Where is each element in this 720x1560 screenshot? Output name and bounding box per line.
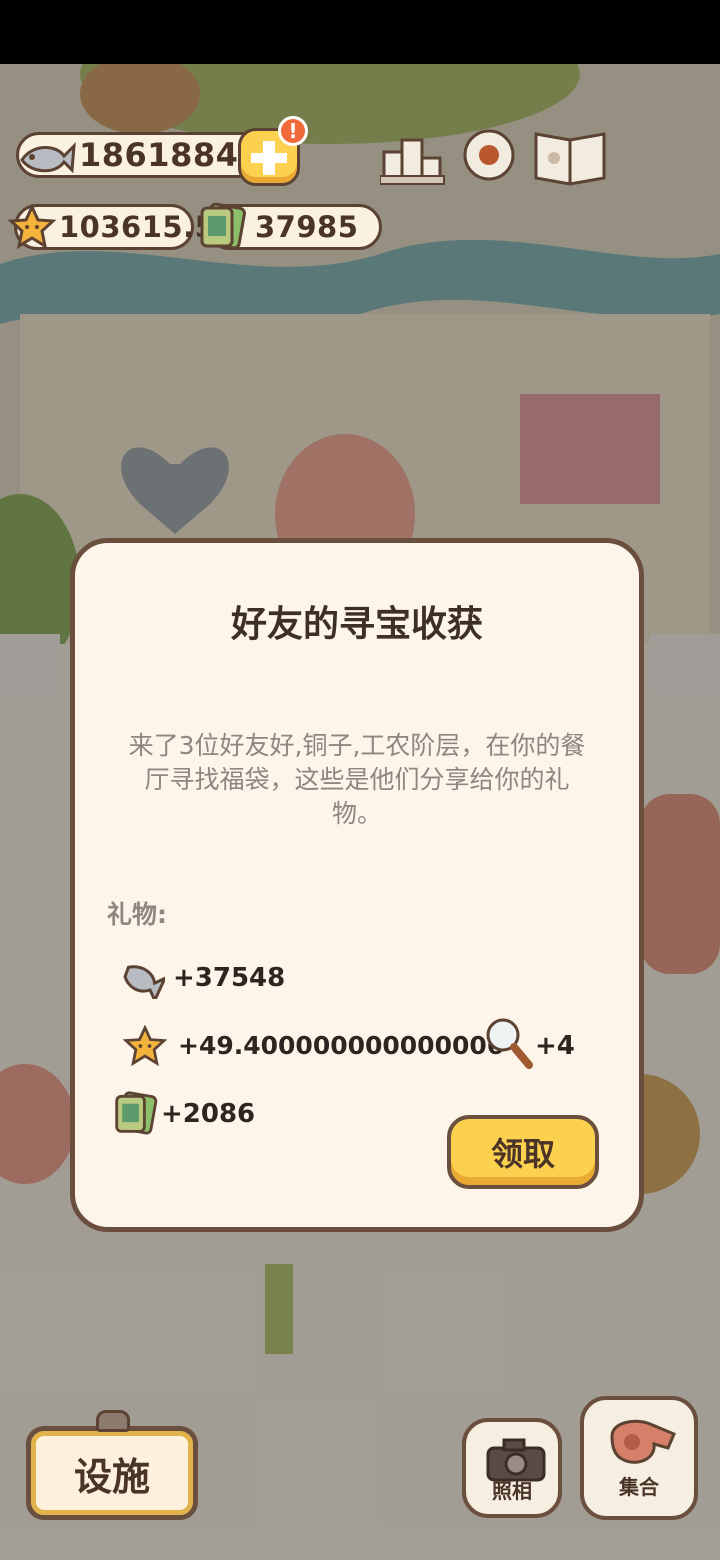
star-icon [8,204,56,250]
reward-star-icon [123,1025,167,1067]
star-currency-value: 103615.5 [59,210,216,244]
alert-badge-icon: ! [278,116,308,146]
ticket-icon [200,202,246,250]
settings-gear-icon[interactable] [458,124,520,186]
gather-button[interactable]: 集合 [580,1396,698,1520]
reward-ticket-icon [115,1091,158,1135]
photo-button-label: 照相 [492,1479,532,1503]
whistle-icon [610,1419,676,1464]
photo-button[interactable]: 照相 [462,1418,562,1518]
claim-button[interactable]: 领取 [447,1115,599,1189]
reward-magnifier-amount: +4 [535,1031,575,1061]
facility-clip-icon [96,1410,130,1432]
reward-star-amount: +49.400000000000006 [178,1031,505,1060]
reward-ticket-amount: +2086 [161,1099,256,1129]
treasure-reward-dialog: 好友的寻宝收获 来了3位好友好,铜子,工农阶层，在你的餐厅寻找福袋，这些是他们分… [70,538,644,1232]
reward-fish-icon [123,965,165,999]
gather-button-label: 集合 [619,1475,659,1499]
leaderboard-icon[interactable] [380,128,446,186]
facility-button[interactable]: 设施 [26,1426,198,1520]
recipe-book-icon[interactable] [530,126,610,186]
dialog-message: 来了3位好友好,铜子,工农阶层，在你的餐厅寻找福袋，这些是他们分享给你的礼物。 [128,731,586,828]
reward-fish-amount: +37548 [173,963,286,993]
gift-label: 礼物: [107,900,167,929]
fish-currency-value: 18618849 [79,136,262,174]
status-bar [0,0,720,64]
fish-icon [20,142,76,174]
reward-magnifier-icon [486,1018,533,1069]
ticket-currency-value: 37985 [255,210,359,244]
dialog-title: 好友的寻宝收获 [230,604,483,645]
